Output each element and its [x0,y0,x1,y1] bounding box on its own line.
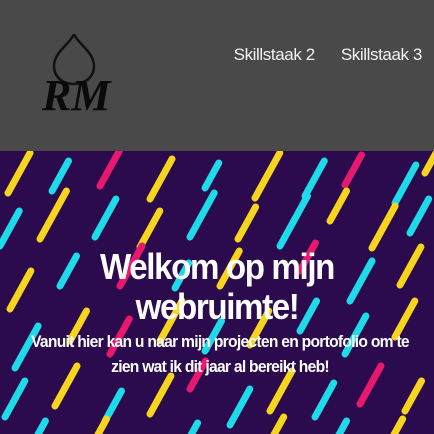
drop-logo-icon: RM [41,30,112,120]
stripe-46 [401,377,425,415]
stripe-17 [326,187,350,225]
stripe-19 [406,195,433,237]
stripe-13 [136,207,164,251]
stripe-51 [335,417,350,434]
hero-subtitle: Vanuit hier kan u naar mijn projecten en… [31,332,410,376]
stripe-5 [251,151,284,202]
stripe-37 [1,377,29,421]
stripe-10 [0,207,23,250]
stripe-47 [34,417,49,434]
stripe-0 [4,151,34,197]
nav-link-skillstaak-3[interactable]: Skillstaak 3 [341,45,423,65]
site-header: RM Skillstaak 2 Skillstaak 3 [0,0,434,151]
stripe-2 [96,151,123,190]
stripe-15 [234,203,260,243]
stripe-9 [421,151,434,177]
stripe-40 [146,372,175,418]
stripe-14 [186,189,218,241]
stripe-3 [146,155,176,203]
stripe-11 [36,187,70,243]
stripe-8 [391,161,420,207]
stripe-50 [270,413,288,434]
stripe-12 [91,195,120,241]
stripe-44 [311,379,338,421]
stripe-4 [201,159,223,192]
main-nav: Skillstaak 2 Skillstaak 3 [234,45,423,65]
hero-text: Welkom op mijn webruimte! Vanuit hier ka… [0,247,434,379]
logo-text: RM [41,71,112,114]
stripe-7 [341,151,365,189]
hero-banner: Welkom op mijn webruimte! Vanuit hier ka… [0,151,434,434]
stripe-49 [187,419,202,434]
stripe-1 [48,157,72,195]
stripe-18 [368,202,399,252]
stripe-6 [301,157,328,200]
site-logo[interactable]: RM [40,30,132,120]
stripe-42 [226,385,254,429]
stripe-48 [94,415,110,434]
stripe-52 [390,415,407,434]
hero-title: Welkom op mijn webruimte! [99,246,335,327]
stripe-16 [276,192,311,250]
nav-link-skillstaak-2[interactable]: Skillstaak 2 [234,45,316,65]
